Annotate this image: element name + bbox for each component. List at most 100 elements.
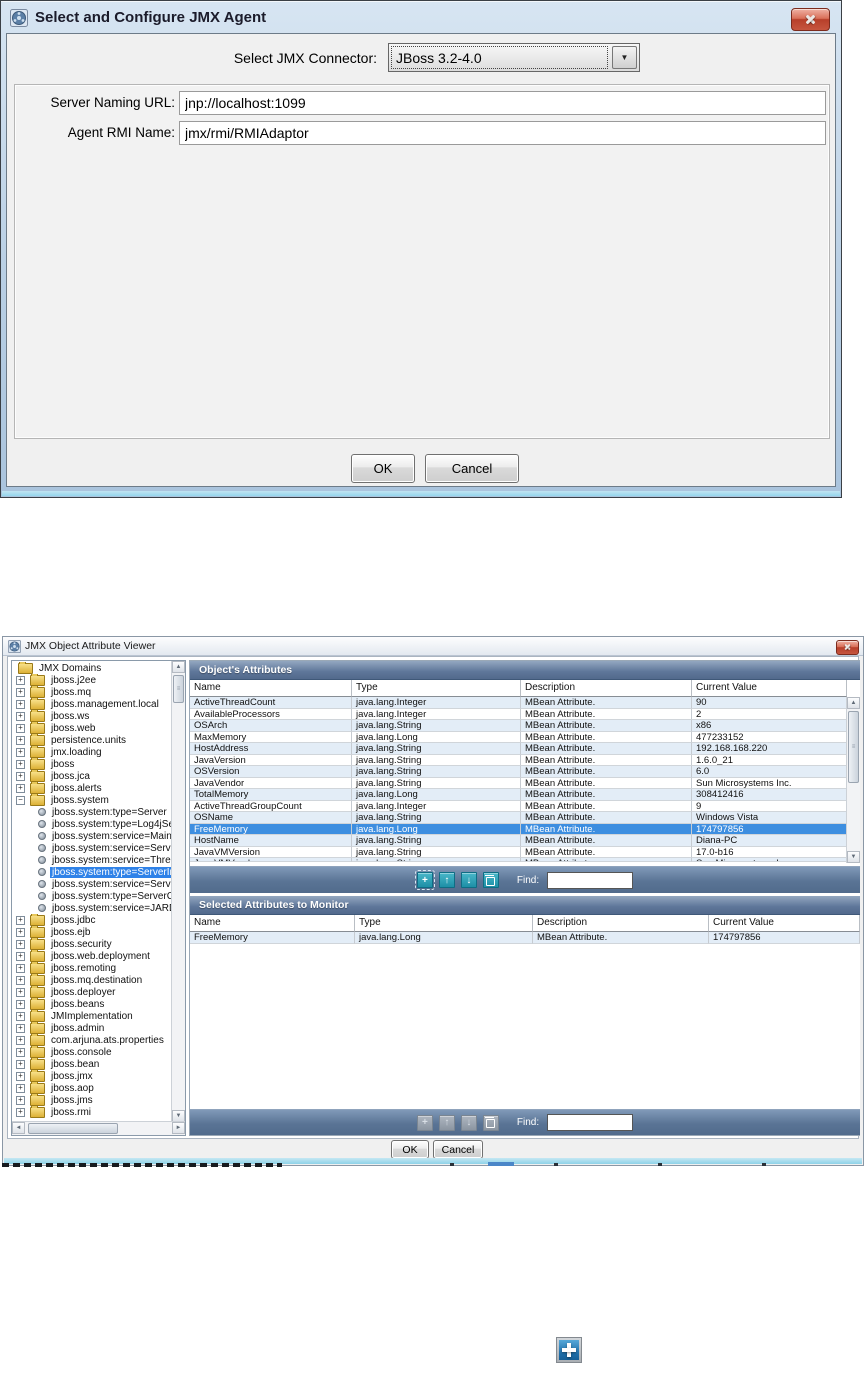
tree-item[interactable]: − jboss.system xyxy=(12,794,172,806)
scroll-down-icon[interactable]: ▼ xyxy=(847,851,860,863)
tree-item[interactable]: jboss.system:service=JARDeplo xyxy=(12,902,172,914)
table-row[interactable]: AvailableProcessors java.lang.Integer MBea… xyxy=(190,708,847,720)
column-header[interactable]: Name xyxy=(190,680,352,697)
expand-icon[interactable]: + xyxy=(16,939,25,949)
column-header[interactable]: Description xyxy=(533,915,709,932)
tree-item[interactable]: + jboss.web.deployment xyxy=(12,950,172,962)
table-row[interactable]: JavaVersion java.lang.String MBean Attribu… xyxy=(190,754,847,766)
tree-item[interactable]: jboss.system:type=ServerConfi xyxy=(12,890,172,902)
close-icon[interactable] xyxy=(836,640,859,655)
expand-icon[interactable]: + xyxy=(16,927,25,937)
table-row[interactable]: JavaVendor java.lang.String MBean Attribut… xyxy=(190,777,847,789)
viewer-titlebar[interactable]: JMX Object Attribute Viewer xyxy=(3,637,863,656)
tree-item[interactable]: + jboss.ws xyxy=(12,710,172,722)
tree-item[interactable]: + JMImplementation xyxy=(12,1010,172,1022)
table-row[interactable]: JavaVMVersion java.lang.String MBean Attri… xyxy=(190,846,847,858)
tree-item[interactable]: + jboss.admin xyxy=(12,1022,172,1034)
expand-icon[interactable]: + xyxy=(16,1035,25,1045)
expand-icon[interactable]: + xyxy=(16,723,25,733)
tree-item[interactable]: + jboss.mq xyxy=(12,686,172,698)
expand-icon[interactable]: + xyxy=(16,735,25,745)
expand-icon[interactable]: + xyxy=(16,747,25,757)
find-input[interactable] xyxy=(547,1114,634,1131)
expand-icon[interactable]: + xyxy=(16,1095,25,1105)
tree-item[interactable]: + jboss.console xyxy=(12,1046,172,1058)
table-row[interactable]: OSName java.lang.String MBean Attribute. Wi… xyxy=(190,812,847,824)
tree-item[interactable]: jboss.system:service=ServiceD xyxy=(12,842,172,854)
scrollbar-thumb[interactable]: ≡ xyxy=(848,711,859,783)
column-header[interactable]: Current Value xyxy=(709,915,860,932)
tree-item[interactable]: jboss.system:service=MainDepl xyxy=(12,830,172,842)
column-header[interactable]: Type xyxy=(355,915,533,932)
attributes-vertical-scrollbar[interactable]: ▲ ≡ ▼ xyxy=(846,697,860,863)
tree-item[interactable]: + jboss.remoting xyxy=(12,962,172,974)
expand-icon[interactable]: + xyxy=(16,1011,25,1021)
cancel-button[interactable]: Cancel xyxy=(433,1140,483,1159)
tree-item[interactable]: + jboss.beans xyxy=(12,998,172,1010)
table-row[interactable]: HostAddress java.lang.String MBean Attribu… xyxy=(190,743,847,755)
tree-vertical-scrollbar[interactable]: ▲ ≡ ▼ xyxy=(171,661,185,1122)
chevron-down-icon[interactable]: ▼ xyxy=(612,46,637,69)
server-naming-url-field[interactable] xyxy=(179,91,826,115)
expand-icon[interactable]: + xyxy=(16,759,25,769)
agent-dialog-titlebar[interactable]: Select and Configure JMX Agent xyxy=(2,2,840,33)
expand-icon[interactable]: + xyxy=(16,1047,25,1057)
scroll-right-icon[interactable]: ► xyxy=(172,1122,185,1134)
tree-item[interactable]: + jboss.management.local xyxy=(12,698,172,710)
close-icon[interactable] xyxy=(791,8,830,31)
expand-icon[interactable]: + xyxy=(16,915,25,925)
expand-icon[interactable]: + xyxy=(16,699,25,709)
table-row[interactable]: FreeMemory java.lang.Long MBean Attribute.… xyxy=(190,932,860,944)
table-row[interactable]: OSArch java.lang.String MBean Attribute. x8… xyxy=(190,720,847,732)
expand-icon[interactable]: + xyxy=(16,783,25,793)
tree-item[interactable]: + jboss.deployer xyxy=(12,986,172,998)
scrollbar-thumb[interactable] xyxy=(28,1123,118,1134)
add-button[interactable] xyxy=(556,1337,582,1363)
column-header[interactable]: Type xyxy=(352,680,521,697)
tree-item[interactable]: jboss.system:type=Log4jServic xyxy=(12,818,172,830)
move-down-button[interactable]: ↓ xyxy=(460,872,477,888)
tree-item[interactable]: + jboss.jca xyxy=(12,770,172,782)
collapse-icon[interactable]: − xyxy=(16,795,25,805)
expand-icon[interactable]: + xyxy=(16,687,25,697)
tree-item[interactable]: jboss.system:type=Server xyxy=(12,806,172,818)
expand-icon[interactable]: + xyxy=(16,1059,25,1069)
tree-item[interactable]: + jboss.rmi xyxy=(12,1106,172,1118)
tree-item[interactable]: + jboss.aop xyxy=(12,1082,172,1094)
delete-attribute-button[interactable] xyxy=(482,1114,499,1131)
expand-icon[interactable]: + xyxy=(16,951,25,961)
scrollbar-thumb[interactable]: ≡ xyxy=(173,675,184,703)
expand-icon[interactable]: + xyxy=(16,1023,25,1033)
tree-item[interactable]: + jboss.jmx xyxy=(12,1070,172,1082)
tree-item[interactable]: + jboss.j2ee xyxy=(12,674,172,686)
tree-item[interactable]: jboss.system:type=ServerInfo xyxy=(12,866,172,878)
find-input[interactable] xyxy=(547,871,634,889)
expand-icon[interactable]: + xyxy=(16,1083,25,1093)
delete-attribute-button[interactable] xyxy=(482,872,499,888)
tree-horizontal-scrollbar[interactable]: ◄ ► xyxy=(12,1121,185,1135)
expand-icon[interactable]: + xyxy=(16,987,25,997)
expand-icon[interactable]: + xyxy=(16,771,25,781)
cancel-button[interactable]: Cancel xyxy=(425,454,519,483)
expand-icon[interactable]: + xyxy=(16,1107,25,1117)
table-row[interactable]: FreeMemory java.lang.Long MBean Attribute.… xyxy=(190,823,847,835)
tree-item[interactable]: + jboss xyxy=(12,758,172,770)
expand-icon[interactable]: + xyxy=(16,975,25,985)
tree-item[interactable]: + jboss.security xyxy=(12,938,172,950)
move-up-button[interactable]: ↑ xyxy=(438,1114,455,1131)
table-row[interactable]: MaxMemory java.lang.Long MBean Attribute. 4… xyxy=(190,731,847,743)
tree-item[interactable]: jboss.system:service=ServiceC xyxy=(12,878,172,890)
add-attribute-button[interactable]: + xyxy=(414,870,435,890)
tree-item[interactable]: + jboss.mq.destination xyxy=(12,974,172,986)
expand-icon[interactable]: + xyxy=(16,675,25,685)
tree-item[interactable]: + com.arjuna.ats.properties xyxy=(12,1034,172,1046)
column-header[interactable]: Description xyxy=(521,680,692,697)
add-attribute-button[interactable]: + xyxy=(416,1114,433,1131)
table-row[interactable]: ActiveThreadCount java.lang.Integer MBean … xyxy=(190,697,847,709)
tree-item[interactable]: + jboss.web xyxy=(12,722,172,734)
expand-icon[interactable]: + xyxy=(16,711,25,721)
column-header[interactable]: Current Value xyxy=(692,680,847,697)
move-up-button[interactable]: ↑ xyxy=(438,872,455,888)
connector-dropdown[interactable]: JBoss 3.2-4.0 ▼ xyxy=(388,43,640,72)
ok-button[interactable]: OK xyxy=(351,454,415,483)
